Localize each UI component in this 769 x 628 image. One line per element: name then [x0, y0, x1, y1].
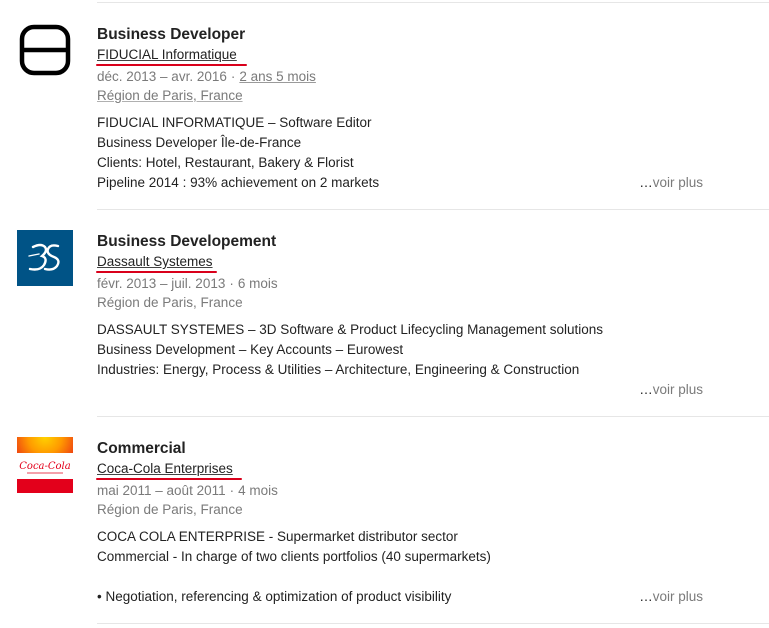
- divider: [97, 623, 769, 624]
- duration: 6 mois: [237, 276, 278, 291]
- see-more-button[interactable]: …voir plus: [639, 380, 703, 400]
- date-range: févr. 2013 – juil. 2013 · 6 mois: [97, 274, 769, 293]
- ellipsis: …: [639, 382, 653, 397]
- description-line: COCA COLA ENTERPRISE - Supermarket distr…: [97, 529, 458, 544]
- see-more-button[interactable]: …voir plus: [639, 173, 703, 193]
- description-line: [97, 567, 769, 587]
- ellipsis: …: [639, 589, 653, 604]
- separator: ·: [230, 69, 236, 84]
- company-link[interactable]: FIDUCIAL Informatique: [97, 47, 237, 62]
- description-line: Business Developer Île-de-France: [97, 135, 302, 150]
- company-link[interactable]: Dassault Systemes: [97, 254, 213, 269]
- red-underline-annotation: [96, 64, 247, 66]
- description-line: Business Development – Key Accounts – Eu…: [97, 342, 404, 357]
- separator: ·: [229, 483, 235, 498]
- description-line: DASSAULT SYSTEMES – 3D Software & Produc…: [97, 322, 603, 337]
- top-divider: [97, 2, 769, 3]
- svg-text:Coca-Cola: Coca-Cola: [19, 461, 70, 472]
- experience-content: Business Developer FIDUCIAL Informatique…: [96, 25, 769, 193]
- divider: [97, 209, 769, 210]
- dates: déc. 2013 – avr. 2016: [97, 69, 227, 84]
- duration: 4 mois: [238, 483, 278, 498]
- separator: ·: [229, 276, 234, 291]
- description-line: Clients: Hotel, Restaurant, Bakery & Flo…: [97, 155, 354, 170]
- job-title: Commercial: [97, 440, 186, 457]
- see-more-label: voir plus: [652, 382, 703, 397]
- ellipsis: …: [639, 175, 653, 190]
- date-range: mai 2011 – août 2011 · 4 mois: [97, 481, 769, 500]
- see-more-button[interactable]: …voir plus: [639, 587, 703, 607]
- divider: [97, 416, 769, 417]
- experience-content: Business Developement Dassault Systemes …: [96, 232, 769, 380]
- description-line: FIDUCIAL INFORMATIQUE – Software Editor: [97, 115, 372, 130]
- location: Région de Paris, France: [97, 295, 243, 310]
- experience-content: Commercial Coca-Cola Enterprises mai 201…: [96, 439, 769, 607]
- red-underline-annotation: [96, 478, 242, 480]
- dates: févr. 2013 – juil. 2013: [97, 276, 226, 291]
- coca-cola-logo-icon[interactable]: Coca-Cola: [17, 437, 73, 493]
- description-line: Commercial - In charge of two clients po…: [97, 549, 491, 564]
- date-range: déc. 2013 – avr. 2016 · 2 ans 5 mois: [97, 67, 769, 86]
- see-more-label: voir plus: [652, 175, 703, 190]
- location: Région de Paris, France: [97, 88, 243, 103]
- job-title: Business Developement: [97, 233, 277, 250]
- company-link[interactable]: Coca-Cola Enterprises: [97, 461, 233, 476]
- duration: 2 ans 5 mois: [239, 69, 316, 84]
- fiducial-logo-icon[interactable]: [17, 22, 73, 78]
- description: DASSAULT SYSTEMES – 3D Software & Produc…: [97, 320, 769, 380]
- experience-section: { "experiences": [ { "title": "Business …: [0, 0, 769, 628]
- dates: mai 2011 – août 2011: [97, 483, 226, 498]
- red-underline-annotation: [96, 271, 217, 273]
- dassault-3ds-logo-icon[interactable]: [17, 230, 73, 286]
- location: Région de Paris, France: [97, 502, 243, 517]
- job-title: Business Developer: [97, 26, 246, 43]
- description-line: Industries: Energy, Process & Utilities …: [97, 362, 580, 377]
- see-more-label: voir plus: [652, 589, 703, 604]
